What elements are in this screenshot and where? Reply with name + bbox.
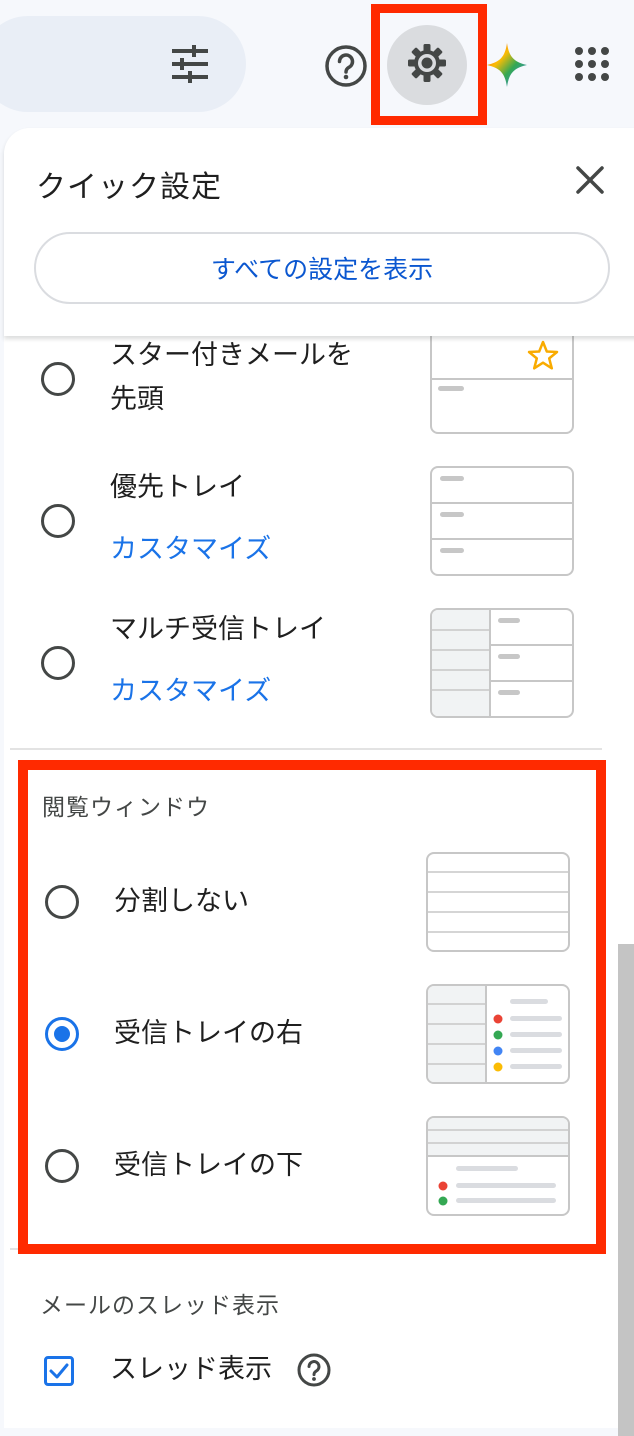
panel-title: クイック設定 [36, 170, 222, 205]
radio-no-split[interactable] [45, 885, 79, 919]
conversation-view-checkbox[interactable] [44, 1356, 74, 1386]
close-icon[interactable] [572, 162, 608, 198]
radio-priority-inbox[interactable] [41, 504, 75, 538]
option-label-below-inbox: 受信トレイの下 [114, 1150, 303, 1181]
radio-multiple-inboxes[interactable] [41, 646, 75, 680]
threading-section-title: メールのスレッド表示 [40, 1293, 280, 1319]
gemini-sparkle-icon[interactable] [484, 40, 530, 90]
section-divider [10, 748, 602, 750]
below-inbox-thumbnail [426, 1116, 570, 1216]
radio-right-of-inbox[interactable] [45, 1017, 79, 1051]
option-label-starred-2: 先頭 [110, 384, 164, 415]
right-of-inbox-thumbnail [426, 984, 570, 1084]
check-icon [49, 1363, 69, 1379]
priority-inbox-thumbnail [430, 466, 574, 576]
option-label-no-split: 分割しない [114, 886, 249, 917]
multiple-inboxes-thumbnail [430, 608, 574, 718]
conversation-view-label: スレッド表示 [110, 1354, 272, 1385]
scrollbar[interactable] [618, 944, 634, 1436]
apps-grid-icon[interactable] [568, 40, 616, 88]
option-label-right-of-inbox: 受信トレイの右 [114, 1018, 303, 1049]
settings-highlight-box [371, 4, 487, 125]
quick-settings-header: クイック設定 すべての設定を表示 [4, 128, 634, 336]
help-circle-icon[interactable] [296, 1352, 332, 1388]
reading-pane-title: 閲覧ウィンドウ [42, 795, 210, 821]
radio-below-inbox[interactable] [45, 1149, 79, 1183]
see-all-settings-button[interactable]: すべての設定を表示 [34, 232, 610, 304]
customize-multiple-link[interactable]: カスタマイズ [110, 672, 271, 712]
tune-icon[interactable] [166, 40, 214, 88]
radio-starred-first[interactable] [41, 362, 75, 396]
option-label-multiple: マルチ受信トレイ [110, 614, 326, 645]
section-divider-2 [10, 1248, 602, 1250]
help-circle-icon[interactable] [322, 42, 370, 90]
customize-priority-link[interactable]: カスタマイズ [110, 530, 271, 570]
no-split-thumbnail [426, 852, 570, 952]
option-label-starred: スター付きメールを [110, 340, 353, 371]
option-label-priority: 優先トレイ [110, 472, 245, 503]
star-icon [527, 340, 559, 370]
